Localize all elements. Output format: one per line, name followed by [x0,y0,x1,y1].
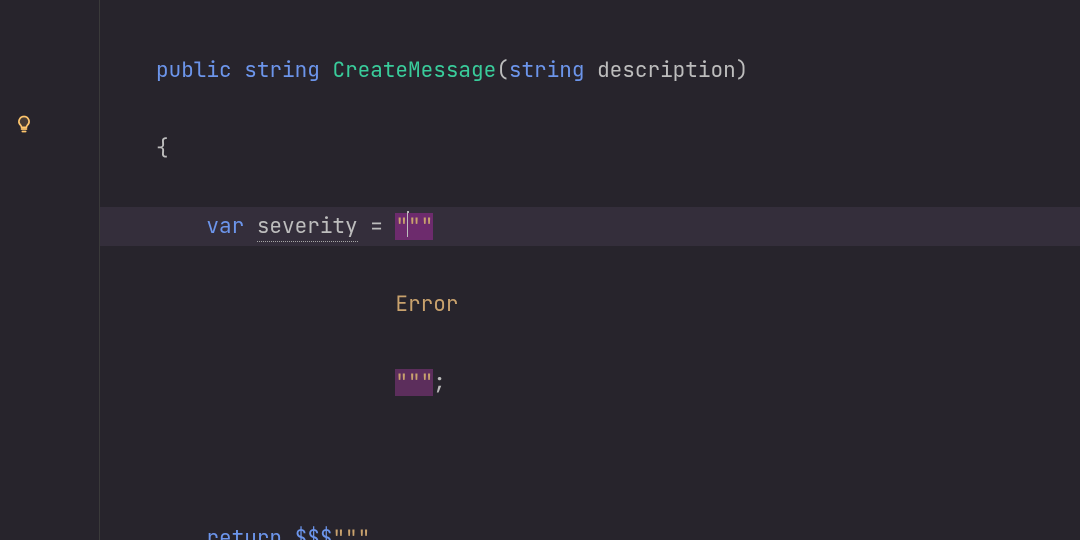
code-line[interactable]: """; [100,363,1080,402]
local-severity: severity [257,213,358,242]
code-area[interactable]: public string CreateMessage(string descr… [100,0,1080,540]
code-line[interactable]: { [100,129,1080,168]
code-line[interactable]: public string CreateMessage(string descr… [100,51,1080,90]
raw-string-open: """ [332,525,370,540]
string-quote-close: """ [395,369,433,396]
code-line[interactable] [100,441,1080,480]
code-line-current[interactable]: var severity = """ [100,207,1080,246]
string-quote-mid: "" [408,213,433,240]
space [282,525,295,540]
lightbulb-icon[interactable] [14,108,34,128]
keyword-string: string [244,57,320,84]
paren-close: ) [736,57,749,84]
assign: = [358,213,396,240]
param-type: string [509,57,585,84]
interpolation-dollars: $$$ [295,525,333,540]
code-line[interactable]: return $$$""" [100,519,1080,540]
code-editor[interactable]: public string CreateMessage(string descr… [0,0,1080,540]
string-content: Error [395,291,458,318]
gutter [0,0,100,540]
keyword-return: return [206,525,282,540]
param-name: description [597,57,736,84]
paren-open: ( [496,57,509,84]
semicolon: ; [433,369,446,396]
code-line[interactable]: Error [100,285,1080,324]
blank [156,447,169,474]
keyword-public: public [156,57,232,84]
keyword-var: var [206,213,244,240]
brace-open: { [156,135,169,162]
method-name: CreateMessage [332,57,496,84]
